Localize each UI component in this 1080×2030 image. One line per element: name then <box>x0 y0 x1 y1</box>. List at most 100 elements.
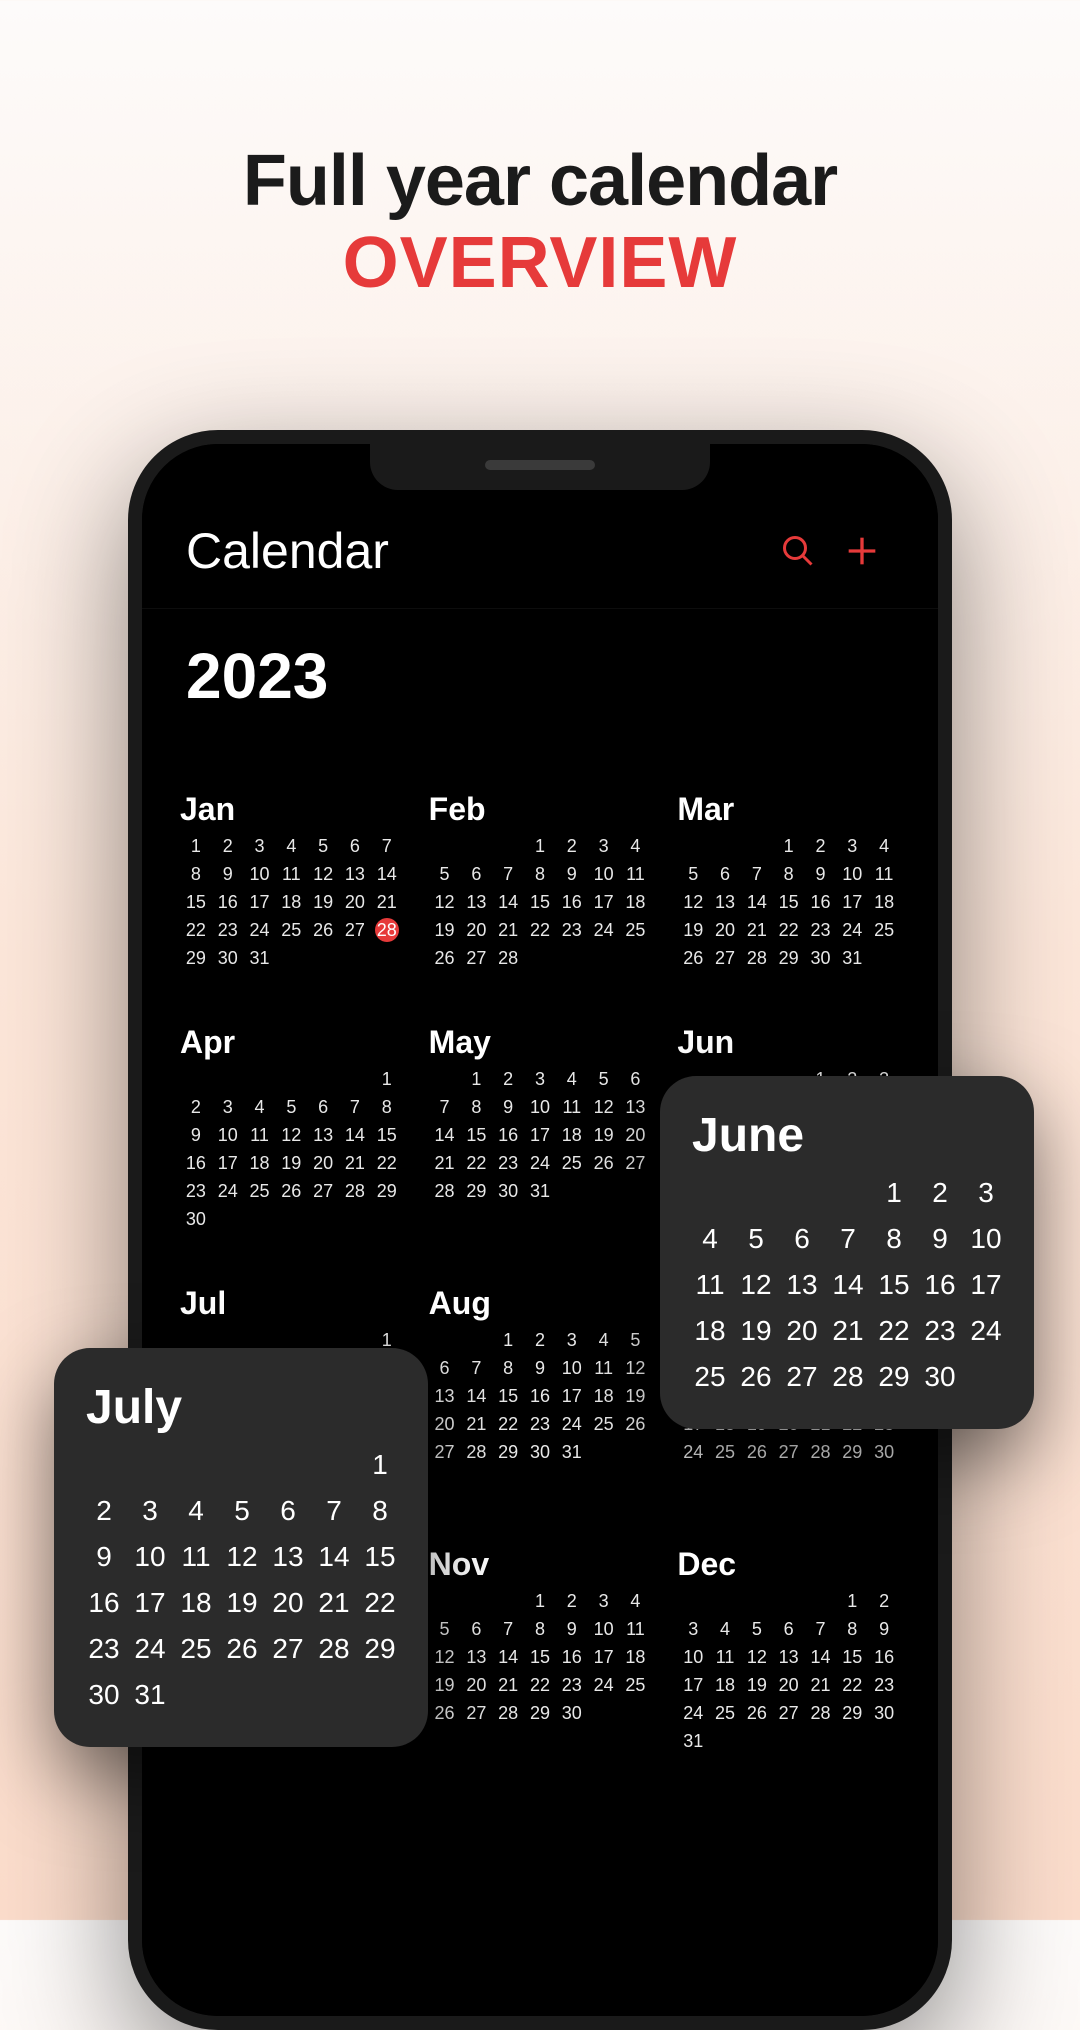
day-cell[interactable]: 3 <box>836 834 868 858</box>
day-cell[interactable]: 9 <box>212 862 244 886</box>
day-cell[interactable]: 4 <box>868 834 900 858</box>
day-cell[interactable]: 26 <box>738 1361 774 1393</box>
add-event-button[interactable] <box>830 531 894 571</box>
day-cell[interactable]: 5 <box>224 1495 260 1527</box>
day-cell[interactable]: 16 <box>180 1151 212 1175</box>
day-cell[interactable]: 28 <box>492 1701 524 1725</box>
day-cell[interactable]: 13 <box>709 890 741 914</box>
day-cell[interactable]: 16 <box>492 1123 524 1147</box>
day-cell[interactable]: 1 <box>492 1328 524 1352</box>
day-cell[interactable]: 26 <box>275 1179 307 1203</box>
day-cell[interactable]: 4 <box>620 1589 652 1613</box>
day-cell[interactable]: 29 <box>180 946 212 970</box>
day-cell[interactable]: 20 <box>460 1673 492 1697</box>
day-cell[interactable]: 20 <box>784 1315 820 1347</box>
day-cell[interactable]: 28 <box>339 1179 371 1203</box>
day-cell[interactable]: 28 <box>805 1701 837 1725</box>
day-cell[interactable]: 1 <box>524 834 556 858</box>
day-cell[interactable]: 2 <box>868 1589 900 1613</box>
day-cell[interactable]: 24 <box>244 918 276 942</box>
day-cell[interactable]: 21 <box>339 1151 371 1175</box>
day-cell[interactable]: 30 <box>180 1207 212 1231</box>
day-cell[interactable]: 2 <box>556 834 588 858</box>
day-cell[interactable]: 17 <box>524 1123 556 1147</box>
day-cell[interactable]: 7 <box>492 862 524 886</box>
day-cell[interactable]: 15 <box>460 1123 492 1147</box>
day-cell[interactable]: 20 <box>709 918 741 942</box>
day-cell[interactable]: 19 <box>307 890 339 914</box>
day-cell[interactable]: 12 <box>275 1123 307 1147</box>
day-cell[interactable]: 19 <box>588 1123 620 1147</box>
day-cell[interactable]: 15 <box>836 1645 868 1669</box>
day-cell[interactable]: 22 <box>836 1673 868 1697</box>
day-cell[interactable]: 16 <box>922 1269 958 1301</box>
day-cell[interactable]: 14 <box>830 1269 866 1301</box>
day-cell[interactable]: 25 <box>588 1412 620 1436</box>
day-cell[interactable]: 17 <box>588 1645 620 1669</box>
day-cell[interactable]: 29 <box>836 1440 868 1464</box>
search-button[interactable] <box>766 533 830 569</box>
day-cell[interactable]: 11 <box>275 862 307 886</box>
day-cell[interactable]: 13 <box>339 862 371 886</box>
day-cell[interactable]: 6 <box>620 1067 652 1091</box>
day-cell[interactable]: 15 <box>180 890 212 914</box>
day-cell[interactable]: 14 <box>492 1645 524 1669</box>
day-cell[interactable]: 24 <box>677 1440 709 1464</box>
day-cell[interactable]: 22 <box>524 1673 556 1697</box>
day-cell[interactable]: 7 <box>316 1495 352 1527</box>
day-cell[interactable]: 21 <box>316 1587 352 1619</box>
day-cell[interactable]: 21 <box>429 1151 461 1175</box>
day-cell[interactable]: 8 <box>524 1617 556 1641</box>
day-cell[interactable]: 3 <box>244 834 276 858</box>
day-cell[interactable]: 24 <box>588 918 620 942</box>
day-cell[interactable]: 8 <box>180 862 212 886</box>
day-cell[interactable]: 25 <box>275 918 307 942</box>
day-cell[interactable]: 6 <box>784 1223 820 1255</box>
day-cell[interactable]: 12 <box>307 862 339 886</box>
day-cell[interactable]: 7 <box>830 1223 866 1255</box>
day-cell[interactable]: 3 <box>556 1328 588 1352</box>
day-cell[interactable]: 14 <box>741 890 773 914</box>
day-cell[interactable]: 8 <box>876 1223 912 1255</box>
day-cell[interactable]: 25 <box>620 1673 652 1697</box>
day-cell[interactable]: 21 <box>460 1412 492 1436</box>
day-cell[interactable]: 18 <box>556 1123 588 1147</box>
day-cell[interactable]: 16 <box>805 890 837 914</box>
day-cell[interactable]: 18 <box>620 1645 652 1669</box>
day-cell[interactable]: 6 <box>460 862 492 886</box>
day-cell[interactable]: 27 <box>620 1151 652 1175</box>
day-cell[interactable]: 25 <box>709 1440 741 1464</box>
day-cell[interactable]: 4 <box>620 834 652 858</box>
day-cell[interactable]: 22 <box>460 1151 492 1175</box>
day-cell[interactable]: 19 <box>429 918 461 942</box>
year-label[interactable]: 2023 <box>142 609 938 731</box>
day-cell[interactable]: 12 <box>224 1541 260 1573</box>
day-cell[interactable]: 1 <box>836 1589 868 1613</box>
month-cell[interactable]: Dec0000012345678910111213141516171819202… <box>677 1546 900 1753</box>
day-cell[interactable]: 10 <box>677 1645 709 1669</box>
day-cell[interactable]: 1 <box>876 1177 912 1209</box>
day-cell[interactable]: 5 <box>588 1067 620 1091</box>
day-cell[interactable]: 10 <box>212 1123 244 1147</box>
day-cell[interactable]: 22 <box>362 1587 398 1619</box>
day-cell[interactable]: 18 <box>275 890 307 914</box>
day-cell[interactable]: 29 <box>836 1701 868 1725</box>
day-cell[interactable]: 23 <box>805 918 837 942</box>
day-cell[interactable]: 30 <box>805 946 837 970</box>
day-cell[interactable]: 17 <box>588 890 620 914</box>
day-cell[interactable]: 22 <box>524 918 556 942</box>
day-cell[interactable]: 28 <box>429 1179 461 1203</box>
day-cell[interactable]: 6 <box>339 834 371 858</box>
day-cell[interactable]: 10 <box>588 1617 620 1641</box>
day-cell[interactable]: 24 <box>588 1673 620 1697</box>
day-cell[interactable]: 16 <box>524 1384 556 1408</box>
day-cell[interactable]: 19 <box>275 1151 307 1175</box>
day-cell[interactable]: 13 <box>784 1269 820 1301</box>
day-cell[interactable]: 23 <box>492 1151 524 1175</box>
day-cell[interactable]: 3 <box>588 1589 620 1613</box>
day-cell[interactable]: 31 <box>556 1440 588 1464</box>
day-cell[interactable]: 29 <box>524 1701 556 1725</box>
day-cell[interactable]: 17 <box>836 890 868 914</box>
day-cell[interactable]: 10 <box>556 1356 588 1380</box>
day-cell[interactable]: 22 <box>492 1412 524 1436</box>
